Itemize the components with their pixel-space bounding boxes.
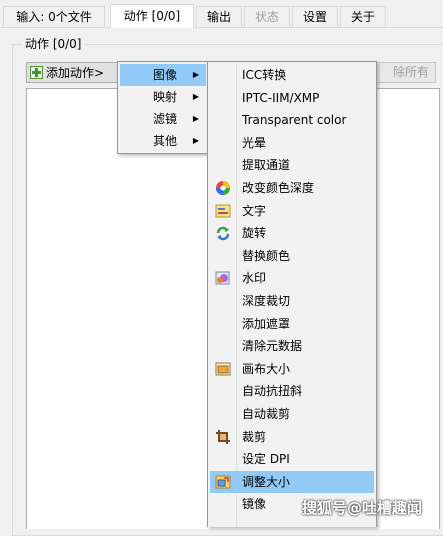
submenu-arrow-icon: ▶ <box>192 92 199 101</box>
menu-item-other[interactable]: 其他 ▶ <box>120 130 206 152</box>
tab-actions[interactable]: 动作 [0/0] <box>110 4 194 28</box>
menu-item-depth-crop[interactable]: 深度裁切 <box>210 290 374 312</box>
menu-item-label: IPTC-IIM/XMP <box>242 90 320 105</box>
menu-item-label: 光晕 <box>242 135 267 150</box>
menu-item-label: Transparent color <box>242 113 347 128</box>
tab-about[interactable]: 关于 <box>340 6 386 27</box>
menu-item-label: 滤镜 <box>153 112 178 126</box>
menu-item-add-mask[interactable]: 添加遮罩 <box>210 313 374 335</box>
menu-item-watermark[interactable]: 水印 <box>210 267 374 289</box>
menu-item-label: 镜像 <box>242 497 267 512</box>
rotate-icon <box>216 227 230 241</box>
menu-item-label: 添加遮罩 <box>242 316 291 331</box>
menu-item-label: 画布大小 <box>242 361 291 376</box>
menu-item-crop[interactable]: 裁剪 <box>210 426 374 448</box>
menu-item-replace-color[interactable]: 替换颜色 <box>210 245 374 267</box>
watermark-text: 搜狐号@吐槽趣闻 <box>302 499 423 517</box>
menu-item-label: 提取通道 <box>242 158 291 173</box>
menu-item-mapping[interactable]: 映射 ▶ <box>120 86 206 108</box>
menu-item-set-dpi[interactable]: 设定 DPI <box>210 448 374 470</box>
group-title: 动作 [0/0] <box>22 36 85 52</box>
menu-item-label: 替换颜色 <box>242 248 291 263</box>
submenu-arrow-icon: ▶ <box>192 136 199 145</box>
menu-item-label: 旋转 <box>242 226 267 241</box>
menu-item-text[interactable]: 文字 <box>210 200 374 222</box>
menu-item-icc-convert[interactable]: ICC转换 <box>210 64 374 86</box>
menu-item-clear-metadata[interactable]: 清除元数据 <box>210 335 374 357</box>
image-submenu: ICC转换 IPTC-IIM/XMP Transparent color 光晕 … <box>207 61 377 527</box>
menu-item-image[interactable]: 图像 ▶ <box>120 64 206 86</box>
menu-item-rotate[interactable]: 旋转 <box>210 222 374 244</box>
menu-item-label: 自动裁剪 <box>242 407 291 421</box>
resize-icon <box>215 475 231 489</box>
add-icon <box>30 66 43 79</box>
menu-item-auto-crop[interactable]: 自动裁剪 <box>210 403 374 425</box>
watermark-icon <box>215 271 230 285</box>
crop-icon <box>216 429 230 444</box>
tab-bar: 输入: 0个文件 动作 [0/0] 输出 状态 设置 关于 <box>0 0 443 28</box>
remove-all-button: 除所有 <box>370 62 436 83</box>
menu-item-canvas-size[interactable]: 画布大小 <box>210 358 374 380</box>
tab-status: 状态 <box>244 6 290 27</box>
color-wheel-icon <box>216 181 230 195</box>
menu-item-label: ICC转换 <box>242 68 287 82</box>
add-action-menu: 图像 ▶ 映射 ▶ 滤镜 ▶ 其他 ▶ <box>117 61 209 154</box>
menu-item-label: 改变颜色深度 <box>242 181 315 195</box>
canvas-icon <box>215 362 231 376</box>
menu-item-iptc-xmp[interactable]: IPTC-IIM/XMP <box>210 87 374 109</box>
menu-item-filters[interactable]: 滤镜 ▶ <box>120 108 206 130</box>
text-icon <box>215 204 231 218</box>
tab-settings[interactable]: 设置 <box>292 6 338 27</box>
submenu-arrow-icon: ▶ <box>192 114 199 123</box>
add-action-label: 添加动作> <box>46 66 105 80</box>
menu-item-label: 深度裁切 <box>242 294 291 308</box>
menu-item-label: 水印 <box>242 271 267 286</box>
menu-item-extract-channel[interactable]: 提取通道 <box>210 154 374 176</box>
menu-item-auto-deskew[interactable]: 自动抗扭斜 <box>210 380 374 402</box>
menu-item-change-color-depth[interactable]: 改变颜色深度 <box>210 177 374 199</box>
add-action-button[interactable]: 添加动作> <box>26 62 122 83</box>
tab-output[interactable]: 输出 <box>196 6 242 27</box>
menu-item-label: 文字 <box>242 203 267 218</box>
submenu-arrow-icon: ▶ <box>192 70 199 79</box>
menu-item-label: 调整大小 <box>242 474 291 489</box>
tab-input[interactable]: 输入: 0个文件 <box>3 6 105 27</box>
menu-item-transparent-color[interactable]: Transparent color <box>210 109 374 131</box>
menu-item-label: 清除元数据 <box>242 339 303 354</box>
menu-item-resize[interactable]: 调整大小 <box>210 470 374 493</box>
menu-item-halo[interactable]: 光晕 <box>210 132 374 154</box>
menu-item-label: 裁剪 <box>242 429 267 444</box>
menu-item-label: 图像 <box>153 68 178 82</box>
menu-item-label: 映射 <box>153 90 178 104</box>
menu-item-label: 其他 <box>153 134 178 148</box>
menu-item-label: 设定 DPI <box>242 452 290 467</box>
menu-item-label: 自动抗扭斜 <box>242 384 303 399</box>
